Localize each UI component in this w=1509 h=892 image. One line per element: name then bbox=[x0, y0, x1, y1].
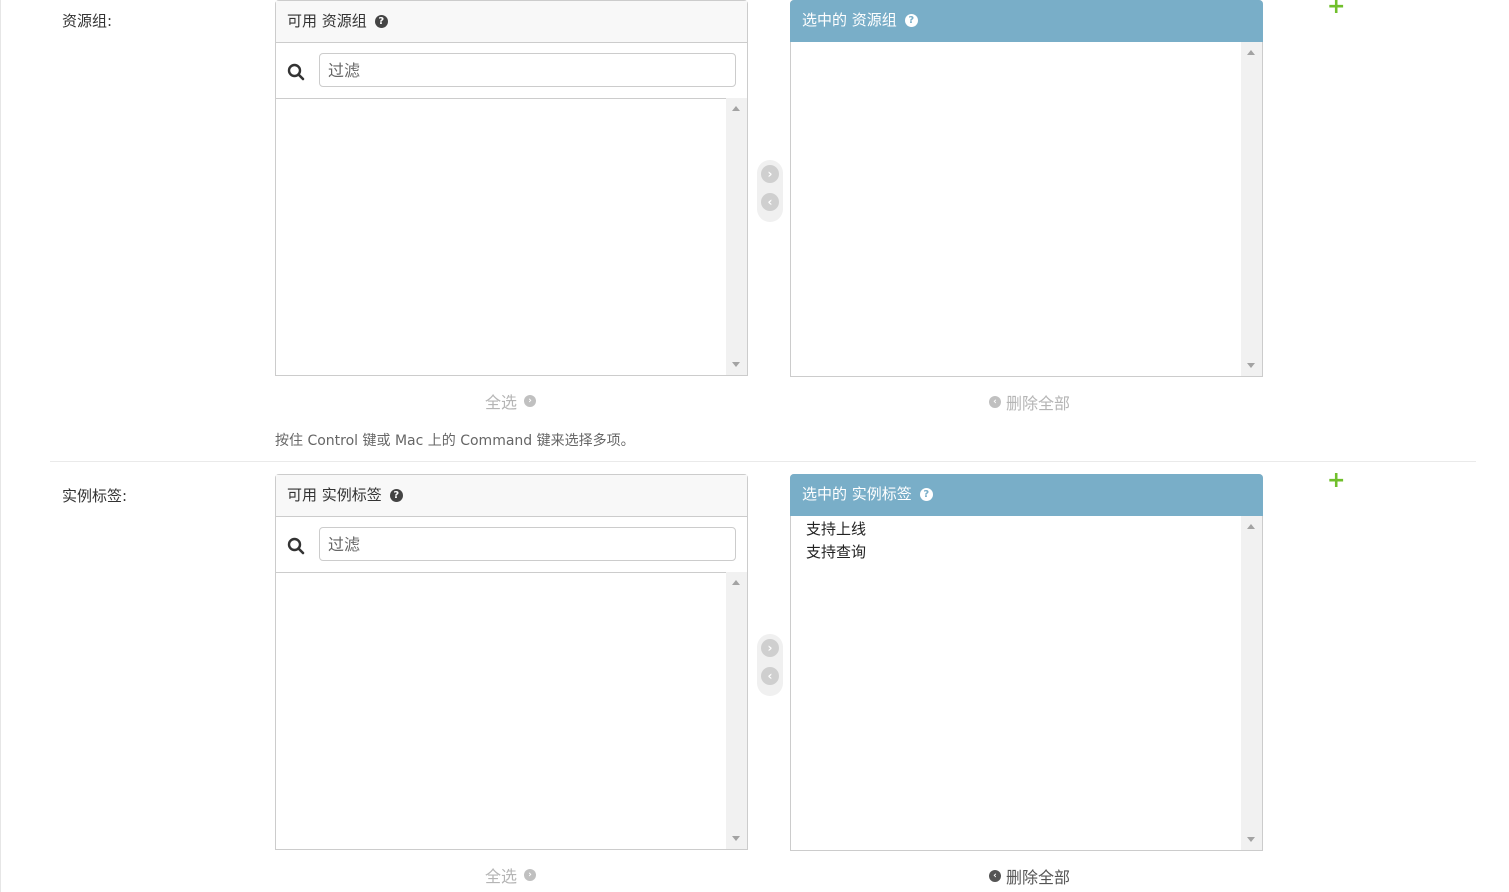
available-listbox[interactable] bbox=[276, 572, 747, 849]
move-right-icon[interactable]: › bbox=[761, 639, 779, 657]
chevron-right-icon: › bbox=[524, 869, 537, 881]
chevron-left-icon: ‹ bbox=[989, 870, 1001, 882]
scrollbar[interactable] bbox=[1241, 516, 1262, 850]
list-item[interactable]: 支持查询 bbox=[806, 541, 1226, 564]
form-row-resource-group: 资源组: 可用 资源组 ? › bbox=[50, 0, 1476, 462]
scrollbar[interactable] bbox=[726, 98, 747, 375]
selector-chooser: › ‹ bbox=[757, 160, 783, 222]
scroll-down-arrow-icon[interactable] bbox=[1247, 363, 1255, 368]
available-title: 可用 资源组 bbox=[287, 12, 367, 30]
chosen-title: 选中的 资源组 bbox=[802, 11, 897, 29]
search-icon bbox=[287, 63, 305, 81]
help-icon[interactable]: ? bbox=[904, 14, 918, 27]
clear-all-label: 删除全部 bbox=[1006, 868, 1071, 887]
choose-all-link[interactable]: 全选 › bbox=[485, 389, 537, 413]
choose-all-label: 全选 bbox=[485, 867, 518, 886]
scroll-down-arrow-icon[interactable] bbox=[732, 836, 740, 841]
scroll-down-arrow-icon[interactable] bbox=[1247, 837, 1255, 842]
add-related-icon[interactable]: + bbox=[1327, 0, 1345, 18]
chosen-listbox[interactable] bbox=[791, 42, 1262, 376]
scroll-up-arrow-icon[interactable] bbox=[732, 580, 740, 585]
field-label: 实例标签: bbox=[62, 487, 128, 505]
scrollbar[interactable] bbox=[726, 572, 747, 849]
available-box: 可用 实例标签 ? bbox=[275, 474, 748, 850]
filter-bar bbox=[276, 43, 747, 99]
move-left-icon[interactable]: ‹ bbox=[761, 193, 779, 211]
available-box: 可用 资源组 ? bbox=[275, 0, 748, 376]
choose-all-link[interactable]: 全选 › bbox=[485, 863, 537, 887]
filter-bar bbox=[276, 517, 747, 573]
filter-input[interactable] bbox=[319, 527, 736, 561]
form-row-instance-tag: 实例标签: 可用 实例标签 ? › bbox=[50, 462, 1476, 892]
available-items bbox=[276, 98, 726, 375]
chosen-box: 选中的 实例标签 ? 支持上线 支持查询 bbox=[790, 474, 1263, 851]
help-icon[interactable]: ? bbox=[919, 488, 933, 501]
scroll-up-arrow-icon[interactable] bbox=[732, 106, 740, 111]
available-title-bar: 可用 实例标签 ? bbox=[276, 475, 747, 517]
help-text: 按住 Control 键或 Mac 上的 Command 键来选择多项。 bbox=[275, 433, 635, 449]
available-listbox[interactable] bbox=[276, 98, 747, 375]
clear-all-link[interactable]: ‹ 删除全部 bbox=[989, 390, 1070, 414]
chosen-items bbox=[791, 42, 1241, 376]
page-left-border bbox=[0, 0, 1, 892]
clear-all-link[interactable]: ‹ 删除全部 bbox=[989, 864, 1070, 888]
chosen-listbox[interactable]: 支持上线 支持查询 bbox=[791, 516, 1262, 850]
scroll-up-arrow-icon[interactable] bbox=[1247, 50, 1255, 55]
scroll-down-arrow-icon[interactable] bbox=[732, 362, 740, 367]
available-title-bar: 可用 资源组 ? bbox=[276, 1, 747, 43]
available-title: 可用 实例标签 bbox=[287, 486, 382, 504]
help-icon[interactable]: ? bbox=[389, 489, 403, 502]
move-left-icon[interactable]: ‹ bbox=[761, 667, 779, 685]
chosen-items: 支持上线 支持查询 bbox=[791, 516, 1241, 850]
chevron-left-icon: ‹ bbox=[989, 396, 1001, 408]
clear-all-label: 删除全部 bbox=[1006, 394, 1071, 413]
filter-input[interactable] bbox=[319, 53, 736, 87]
move-right-icon[interactable]: › bbox=[761, 165, 779, 183]
field-label: 资源组: bbox=[62, 12, 113, 30]
scrollbar[interactable] bbox=[1241, 42, 1262, 376]
available-items bbox=[276, 572, 726, 849]
chosen-title-bar: 选中的 资源组 ? bbox=[790, 0, 1263, 42]
chosen-title-bar: 选中的 实例标签 ? bbox=[790, 474, 1263, 516]
help-icon[interactable]: ? bbox=[374, 15, 388, 28]
choose-all-label: 全选 bbox=[485, 393, 518, 412]
selector-chooser: › ‹ bbox=[757, 634, 783, 696]
search-icon bbox=[287, 537, 305, 555]
add-related-icon[interactable]: + bbox=[1327, 470, 1345, 492]
chosen-box: 选中的 资源组 ? bbox=[790, 0, 1263, 377]
chosen-title: 选中的 实例标签 bbox=[802, 485, 912, 503]
list-item[interactable]: 支持上线 bbox=[806, 518, 1226, 541]
chevron-right-icon: › bbox=[524, 395, 537, 407]
scroll-up-arrow-icon[interactable] bbox=[1247, 524, 1255, 529]
